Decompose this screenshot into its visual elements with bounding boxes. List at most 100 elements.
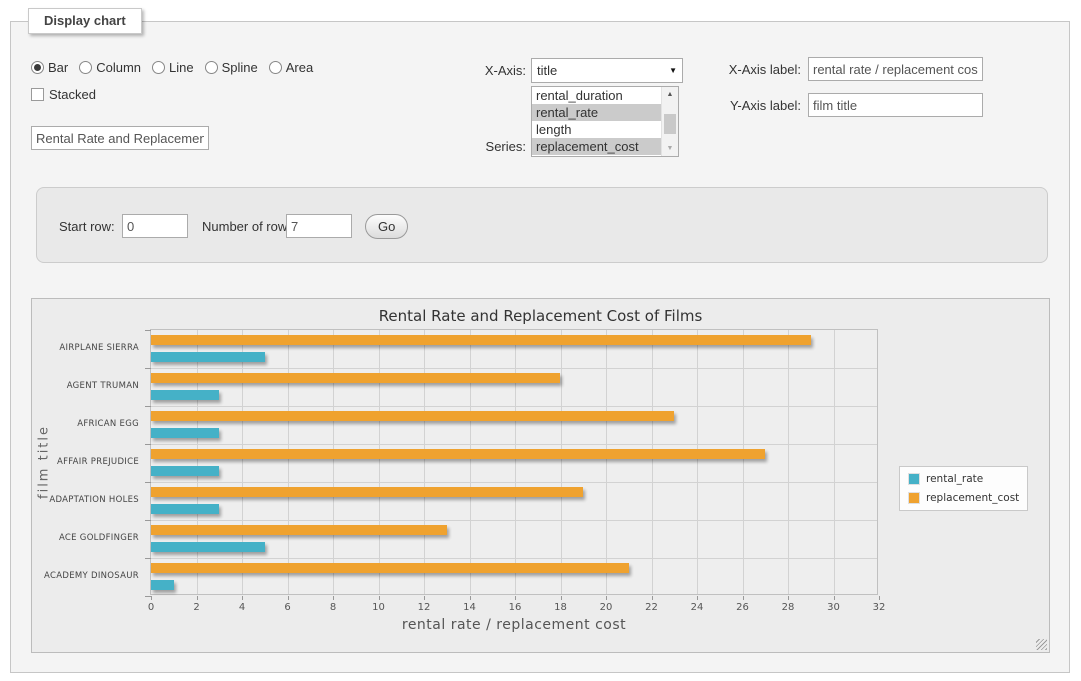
legend-swatch — [908, 492, 920, 504]
radio-icon[interactable] — [31, 61, 44, 74]
bar-replacement_cost[interactable] — [151, 449, 765, 459]
bar-rental_rate[interactable] — [151, 580, 174, 590]
radio-label: Bar — [48, 60, 68, 75]
bar-rental_rate[interactable] — [151, 352, 265, 362]
bar-replacement_cost[interactable] — [151, 373, 560, 383]
legend-item-replacement_cost[interactable]: replacement_cost — [908, 492, 1019, 504]
x-axis-tick — [561, 596, 562, 600]
category-label: ACADEMY DINOSAUR — [32, 557, 139, 595]
gridline-vertical — [606, 330, 607, 594]
stacked-option[interactable]: Stacked — [31, 87, 96, 102]
y-axis-label-label: Y-Axis label: — [651, 98, 801, 113]
chart-title-input[interactable] — [31, 126, 209, 150]
x-axis-tick — [879, 596, 880, 600]
bar-rental_rate[interactable] — [151, 466, 219, 476]
start-row-input[interactable] — [122, 214, 188, 238]
x-axis-tick — [242, 596, 243, 600]
chart-type-option-column[interactable]: Column — [79, 60, 141, 75]
x-tick-label: 18 — [554, 602, 567, 613]
rows-panel: Start row: Number of rows: Go — [36, 187, 1048, 263]
x-axis-select-value: title — [537, 63, 557, 78]
fieldset-legend: Display chart — [28, 8, 142, 34]
scrollbar-thumb[interactable] — [664, 114, 676, 134]
radio-icon[interactable] — [269, 61, 282, 74]
chart-title: Rental Rate and Replacement Cost of Film… — [32, 307, 1049, 325]
series-option-length[interactable]: length — [532, 121, 661, 138]
legend-label: rental_rate — [926, 473, 983, 485]
checkbox-icon[interactable] — [31, 88, 44, 101]
gridline-horizontal — [151, 558, 877, 559]
x-tick-label: 4 — [239, 602, 245, 613]
x-axis-tick — [606, 596, 607, 600]
radio-label: Area — [286, 60, 313, 75]
scroll-down-icon[interactable]: ▼ — [662, 141, 678, 156]
chart-type-option-line[interactable]: Line — [152, 60, 194, 75]
y-axis-tick — [145, 520, 151, 521]
bar-replacement_cost[interactable] — [151, 335, 811, 345]
display-chart-fieldset: Display chart Bar Column Line Spline Are… — [10, 21, 1070, 673]
chart-legend: rental_rate replacement_cost — [899, 466, 1028, 511]
chart-container: Rental Rate and Replacement Cost of Film… — [31, 298, 1050, 653]
gridline-vertical — [834, 330, 835, 594]
series-listbox[interactable]: rental_duration rental_rate length repla… — [531, 86, 679, 157]
chart-type-option-spline[interactable]: Spline — [205, 60, 258, 75]
x-axis-select-label: X-Axis: — [441, 63, 526, 78]
bar-replacement_cost[interactable] — [151, 411, 674, 421]
radio-icon[interactable] — [79, 61, 92, 74]
x-axis-tick — [470, 596, 471, 600]
x-axis-tick — [333, 596, 334, 600]
radio-icon[interactable] — [205, 61, 218, 74]
series-option-rental-duration[interactable]: rental_duration — [532, 87, 661, 104]
gridline-horizontal — [151, 406, 877, 407]
x-tick-label: 28 — [782, 602, 795, 613]
y-axis-label-input[interactable] — [808, 93, 983, 117]
num-rows-input[interactable] — [286, 214, 352, 238]
series-option-replacement-cost[interactable]: replacement_cost — [532, 138, 661, 155]
x-tick-label: 22 — [645, 602, 658, 613]
gridline-vertical — [242, 330, 243, 594]
category-label: ADAPTATION HOLES — [32, 481, 139, 519]
x-tick-label: 10 — [372, 602, 385, 613]
gridline-vertical — [470, 330, 471, 594]
gridline-vertical — [424, 330, 425, 594]
x-tick-label: 12 — [418, 602, 431, 613]
bar-rental_rate[interactable] — [151, 504, 219, 514]
x-axis-tick — [288, 596, 289, 600]
gridline-vertical — [652, 330, 653, 594]
resize-handle-icon[interactable] — [1036, 639, 1047, 650]
x-tick-label: 0 — [148, 602, 154, 613]
x-tick-label: 8 — [330, 602, 336, 613]
bar-rental_rate[interactable] — [151, 390, 219, 400]
gridline-vertical — [788, 330, 789, 594]
gridline-vertical — [697, 330, 698, 594]
bar-rental_rate[interactable] — [151, 542, 265, 552]
num-rows-label: Number of rows: — [202, 219, 297, 234]
x-tick-label: 26 — [736, 602, 749, 613]
gridline-horizontal — [151, 444, 877, 445]
legend-item-rental_rate[interactable]: rental_rate — [908, 473, 1019, 485]
y-axis-tick — [145, 444, 151, 445]
x-tick-label: 14 — [463, 602, 476, 613]
radio-label: Spline — [222, 60, 258, 75]
bar-replacement_cost[interactable] — [151, 487, 583, 497]
x-tick-label: 30 — [827, 602, 840, 613]
gridline-horizontal — [151, 520, 877, 521]
bar-rental_rate[interactable] — [151, 428, 219, 438]
legend-swatch — [908, 473, 920, 485]
y-axis-tick — [145, 368, 151, 369]
x-axis-tick — [424, 596, 425, 600]
category-label: AGENT TRUMAN — [32, 367, 139, 405]
x-axis-tick — [151, 596, 152, 600]
bar-replacement_cost[interactable] — [151, 525, 447, 535]
series-option-rental-rate[interactable]: rental_rate — [532, 104, 661, 121]
start-row-label: Start row: — [59, 219, 115, 234]
x-axis-label-input[interactable] — [808, 57, 983, 81]
chart-type-option-bar[interactable]: Bar — [31, 60, 68, 75]
x-tick-label: 24 — [691, 602, 704, 613]
radio-icon[interactable] — [152, 61, 165, 74]
chart-type-option-area[interactable]: Area — [269, 60, 313, 75]
gridline-vertical — [333, 330, 334, 594]
bar-replacement_cost[interactable] — [151, 563, 629, 573]
x-axis-tick — [515, 596, 516, 600]
go-button[interactable]: Go — [365, 214, 408, 239]
